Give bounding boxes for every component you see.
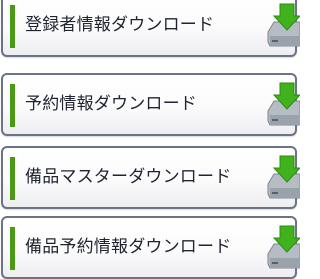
accent-bar	[10, 5, 15, 48]
button-label: 備品マスターダウンロード	[25, 167, 232, 187]
download-menu: 登録者情報ダウンロード 予約情報ダウンロード 備品マスターダウンロード 備品予約…	[0, 0, 300, 279]
accent-bar	[10, 227, 15, 270]
download-drive-icon	[266, 2, 300, 48]
button-label: 備品予約情報ダウンロード	[25, 237, 232, 257]
download-registrant-info-button[interactable]: 登録者情報ダウンロード	[1, 0, 300, 57]
download-drive-icon	[266, 154, 300, 200]
download-drive-icon	[266, 81, 300, 127]
accent-bar	[10, 84, 15, 127]
download-equipment-reservation-button[interactable]: 備品予約情報ダウンロード	[1, 216, 300, 279]
download-equipment-master-button[interactable]: 備品マスターダウンロード	[1, 146, 300, 209]
download-drive-icon	[266, 224, 300, 270]
accent-bar	[10, 157, 15, 200]
button-label: 予約情報ダウンロード	[25, 94, 197, 114]
download-reservation-info-button[interactable]: 予約情報ダウンロード	[1, 73, 300, 136]
button-label: 登録者情報ダウンロード	[25, 15, 215, 35]
